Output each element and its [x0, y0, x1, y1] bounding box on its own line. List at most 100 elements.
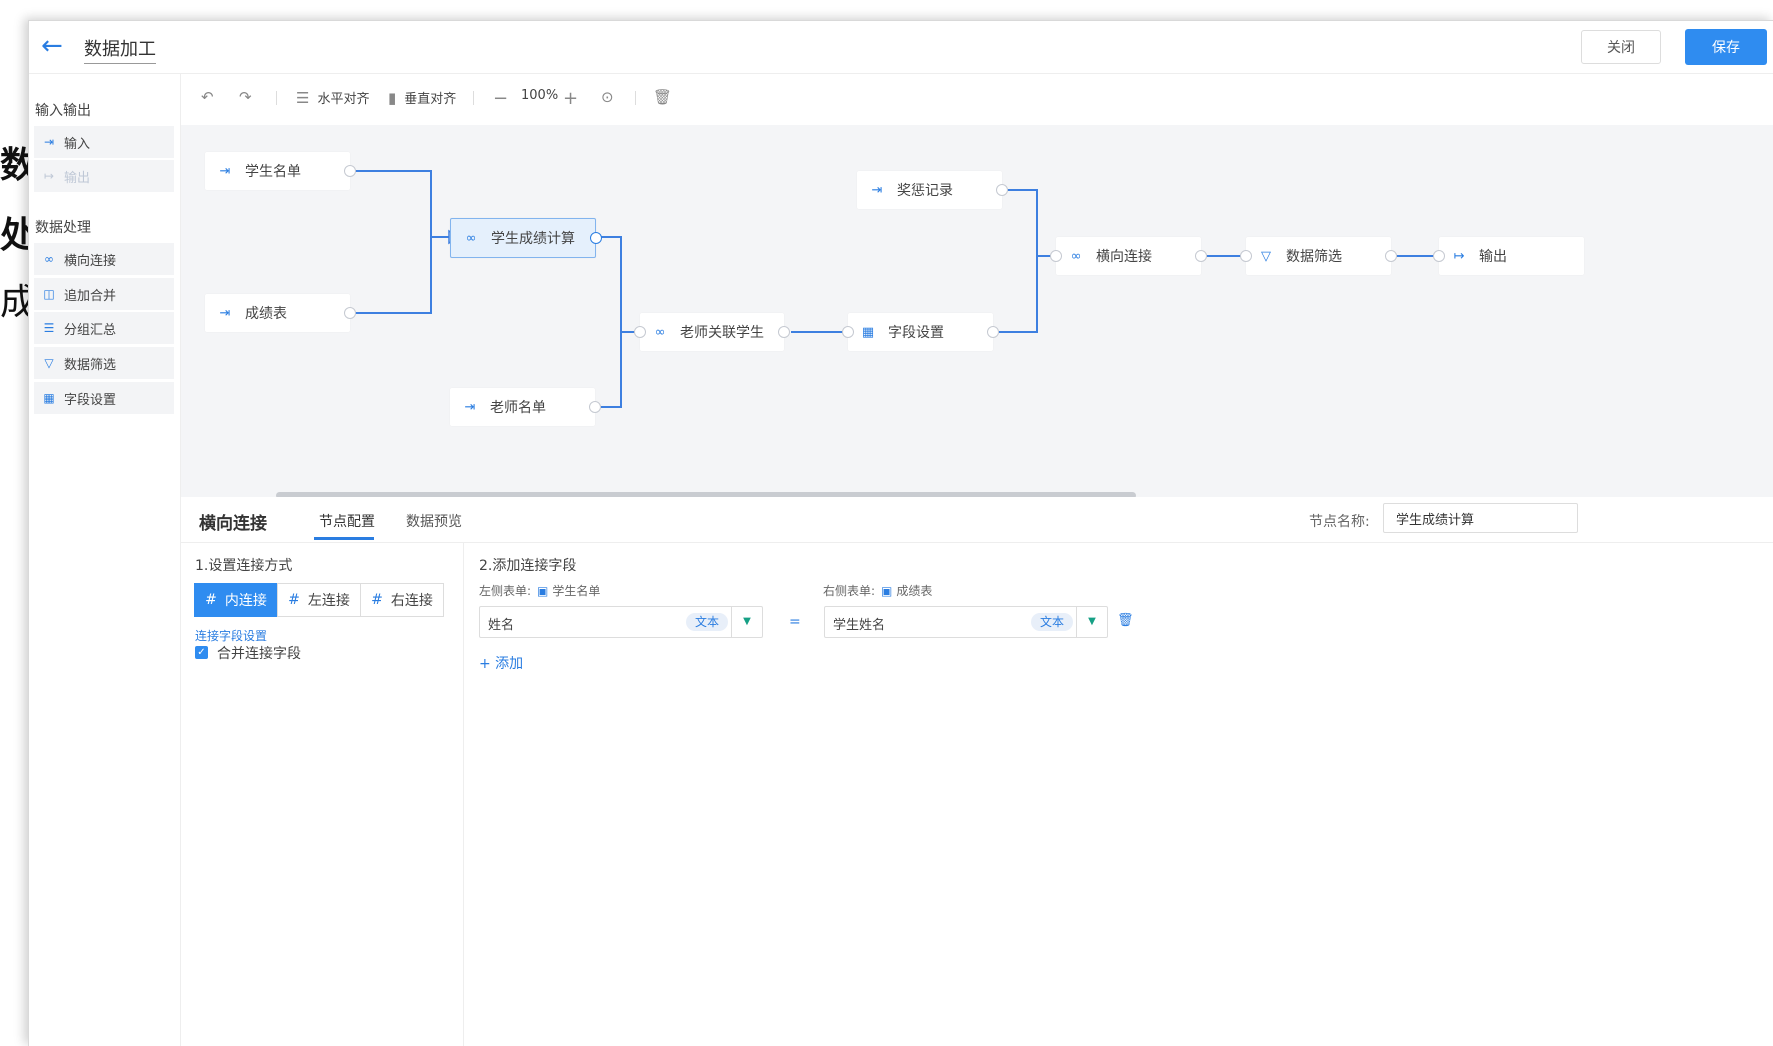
- toolbar-divider: [276, 91, 277, 105]
- node-output-port[interactable]: [1385, 250, 1397, 262]
- save-button[interactable]: 保存: [1685, 29, 1767, 65]
- node-output-port[interactable]: [1195, 250, 1207, 262]
- join-fields-pane: 2.添加连接字段 左侧表单: ▣ 学生名单 右侧表单: ▣ 成绩表 姓名 文本 ▼ = …: [464, 543, 1773, 1046]
- table-icon: ▦: [861, 324, 875, 340]
- node-input-port[interactable]: [1433, 250, 1445, 262]
- join-type-group: # 内连接 # 左连接 # 右连接: [194, 583, 444, 617]
- node-label: 输出: [1479, 249, 1507, 265]
- palette-item-groupby[interactable]: ☰ 分组汇总: [34, 312, 174, 344]
- delete-icon[interactable]: 🗑: [653, 88, 672, 106]
- edge-awards-to-hjoin: [1008, 189, 1055, 257]
- node-awards[interactable]: ⇥ 奖惩记录: [857, 171, 1008, 209]
- node-input-port[interactable]: [1240, 250, 1252, 262]
- input-icon: ⇥: [219, 305, 231, 321]
- redo-icon[interactable]: ↷: [239, 88, 252, 106]
- node-output-port[interactable]: [590, 232, 602, 244]
- join-right-button[interactable]: # 右连接: [360, 583, 444, 617]
- merge-icon: ◫: [43, 287, 55, 301]
- active-tab-indicator: [314, 537, 374, 540]
- zoom-level: 100%: [521, 88, 559, 103]
- config-panel-header: 横向连接 节点配置 数据预览 节点名称:: [181, 497, 1773, 543]
- node-students[interactable]: ⇥ 学生名单: [205, 152, 356, 190]
- node-input-port[interactable]: [1050, 250, 1062, 262]
- palette-item-label: 分组汇总: [64, 322, 117, 338]
- palette-item-label: 输入: [64, 136, 91, 152]
- node-label: 奖惩记录: [897, 183, 953, 199]
- zoom-out-icon[interactable]: −: [493, 88, 508, 109]
- palette-item-filter[interactable]: ▽ 数据筛选: [34, 347, 174, 379]
- filter-icon: ▽: [1261, 248, 1271, 264]
- tab-data-preview[interactable]: 数据预览: [406, 511, 462, 531]
- input-icon: ⇥: [219, 163, 231, 179]
- undo-icon[interactable]: ↶: [201, 88, 214, 106]
- node-name-input[interactable]: [1383, 503, 1578, 533]
- node-scores[interactable]: ⇥ 成绩表: [205, 294, 356, 332]
- node-output-port[interactable]: [344, 307, 356, 319]
- palette-item-hjoin[interactable]: ∞ 横向连接: [34, 243, 174, 275]
- flow-canvas[interactable]: ⇥ 学生名单 ⇥ 成绩表 ∞ 学生成绩计算 ⇥ 老师名单 ∞ 老师关联学生 ▦: [181, 125, 1773, 499]
- merge-fields-checkbox[interactable]: ✓: [195, 646, 208, 659]
- node-output-port[interactable]: [987, 326, 999, 338]
- hash-icon: #: [288, 592, 300, 608]
- chevron-down-icon[interactable]: ▼: [1076, 607, 1107, 637]
- palette-item-append[interactable]: ◫ 追加合并: [34, 278, 174, 310]
- join-field-settings-link[interactable]: 连接字段设置: [195, 627, 267, 644]
- link-icon: ∞: [44, 252, 54, 266]
- join-left-button[interactable]: # 左连接: [277, 583, 361, 617]
- node-hjoin[interactable]: ∞ 横向连接: [1050, 237, 1207, 275]
- edge-fields-to-hjoin: [999, 256, 1038, 333]
- zoom-in-icon[interactable]: +: [563, 88, 578, 109]
- node-label: 老师名单: [490, 400, 546, 416]
- left-field-select[interactable]: 姓名 文本 ▼: [479, 606, 763, 638]
- join-label: 内连接: [224, 593, 267, 609]
- align-vertical-button[interactable]: ▮ 垂直对齐: [388, 88, 457, 108]
- node-output-port[interactable]: [589, 401, 601, 413]
- add-field-link[interactable]: + 添加: [479, 653, 523, 673]
- node-score-calc[interactable]: ∞ 学生成绩计算: [450, 218, 602, 258]
- delete-row-icon[interactable]: 🗑: [1117, 613, 1134, 628]
- node-output[interactable]: ↦ 输出: [1433, 237, 1584, 275]
- node-teacher-student[interactable]: ∞ 老师关联学生: [634, 313, 790, 351]
- palette-item-label: 字段设置: [64, 392, 117, 408]
- tab-node-config[interactable]: 节点配置: [319, 511, 375, 531]
- palette-item-output: ↦ 输出: [34, 160, 174, 192]
- node-label: 横向连接: [1096, 249, 1152, 265]
- node-filter[interactable]: ▽ 数据筛选: [1240, 237, 1397, 275]
- palette-item-input[interactable]: ⇥ 输入: [34, 126, 174, 158]
- edge-scores-to-calc: [355, 237, 432, 314]
- node-label: 数据筛选: [1286, 249, 1342, 265]
- join-inner-button[interactable]: # 内连接: [194, 583, 278, 617]
- align-horizontal-button[interactable]: ☰ 水平对齐: [296, 88, 369, 108]
- node-label: 字段设置: [888, 325, 944, 341]
- node-input-port[interactable]: [842, 326, 854, 338]
- chevron-down-icon[interactable]: ▼: [731, 607, 762, 637]
- node-label: 成绩表: [245, 306, 287, 322]
- align-vertical-icon: ▮: [388, 88, 397, 107]
- equals-sign: =: [789, 614, 801, 630]
- align-vertical-label: 垂直对齐: [404, 92, 457, 107]
- join-label: 右连接: [390, 593, 433, 609]
- node-input-port[interactable]: [634, 326, 646, 338]
- right-field-value: 学生姓名: [833, 618, 886, 633]
- back-arrow-icon[interactable]: ←: [41, 31, 63, 61]
- merge-fields-label: 合并连接字段: [217, 646, 301, 662]
- palette-item-label: 输出: [64, 170, 91, 186]
- panel-title: 横向连接: [199, 514, 267, 534]
- app-window: ← 数据加工 关闭 保存 输入输出 ⇥ 输入 ↦ 输出 数据处理 ∞ 横向连接 …: [28, 20, 1773, 1046]
- node-teachers[interactable]: ⇥ 老师名单: [450, 388, 601, 426]
- close-button[interactable]: 关闭: [1581, 30, 1661, 64]
- fit-center-icon[interactable]: ⊙: [601, 88, 614, 106]
- right-table-name: 成绩表: [896, 584, 933, 598]
- node-output-port[interactable]: [996, 184, 1008, 196]
- node-name-label: 节点名称:: [1309, 514, 1370, 530]
- node-label: 学生成绩计算: [491, 231, 575, 247]
- palette-item-fields[interactable]: ▦ 字段设置: [34, 382, 174, 414]
- filter-icon: ▽: [44, 356, 54, 370]
- node-output-port[interactable]: [778, 326, 790, 338]
- node-label: 老师关联学生: [680, 325, 764, 341]
- node-output-port[interactable]: [344, 165, 356, 177]
- right-field-select[interactable]: 学生姓名 文本 ▼: [824, 606, 1108, 638]
- node-fields[interactable]: ▦ 字段设置: [842, 313, 999, 351]
- section-title-join-type: 1.设置连接方式: [195, 558, 293, 574]
- link-icon: ∞: [465, 230, 477, 246]
